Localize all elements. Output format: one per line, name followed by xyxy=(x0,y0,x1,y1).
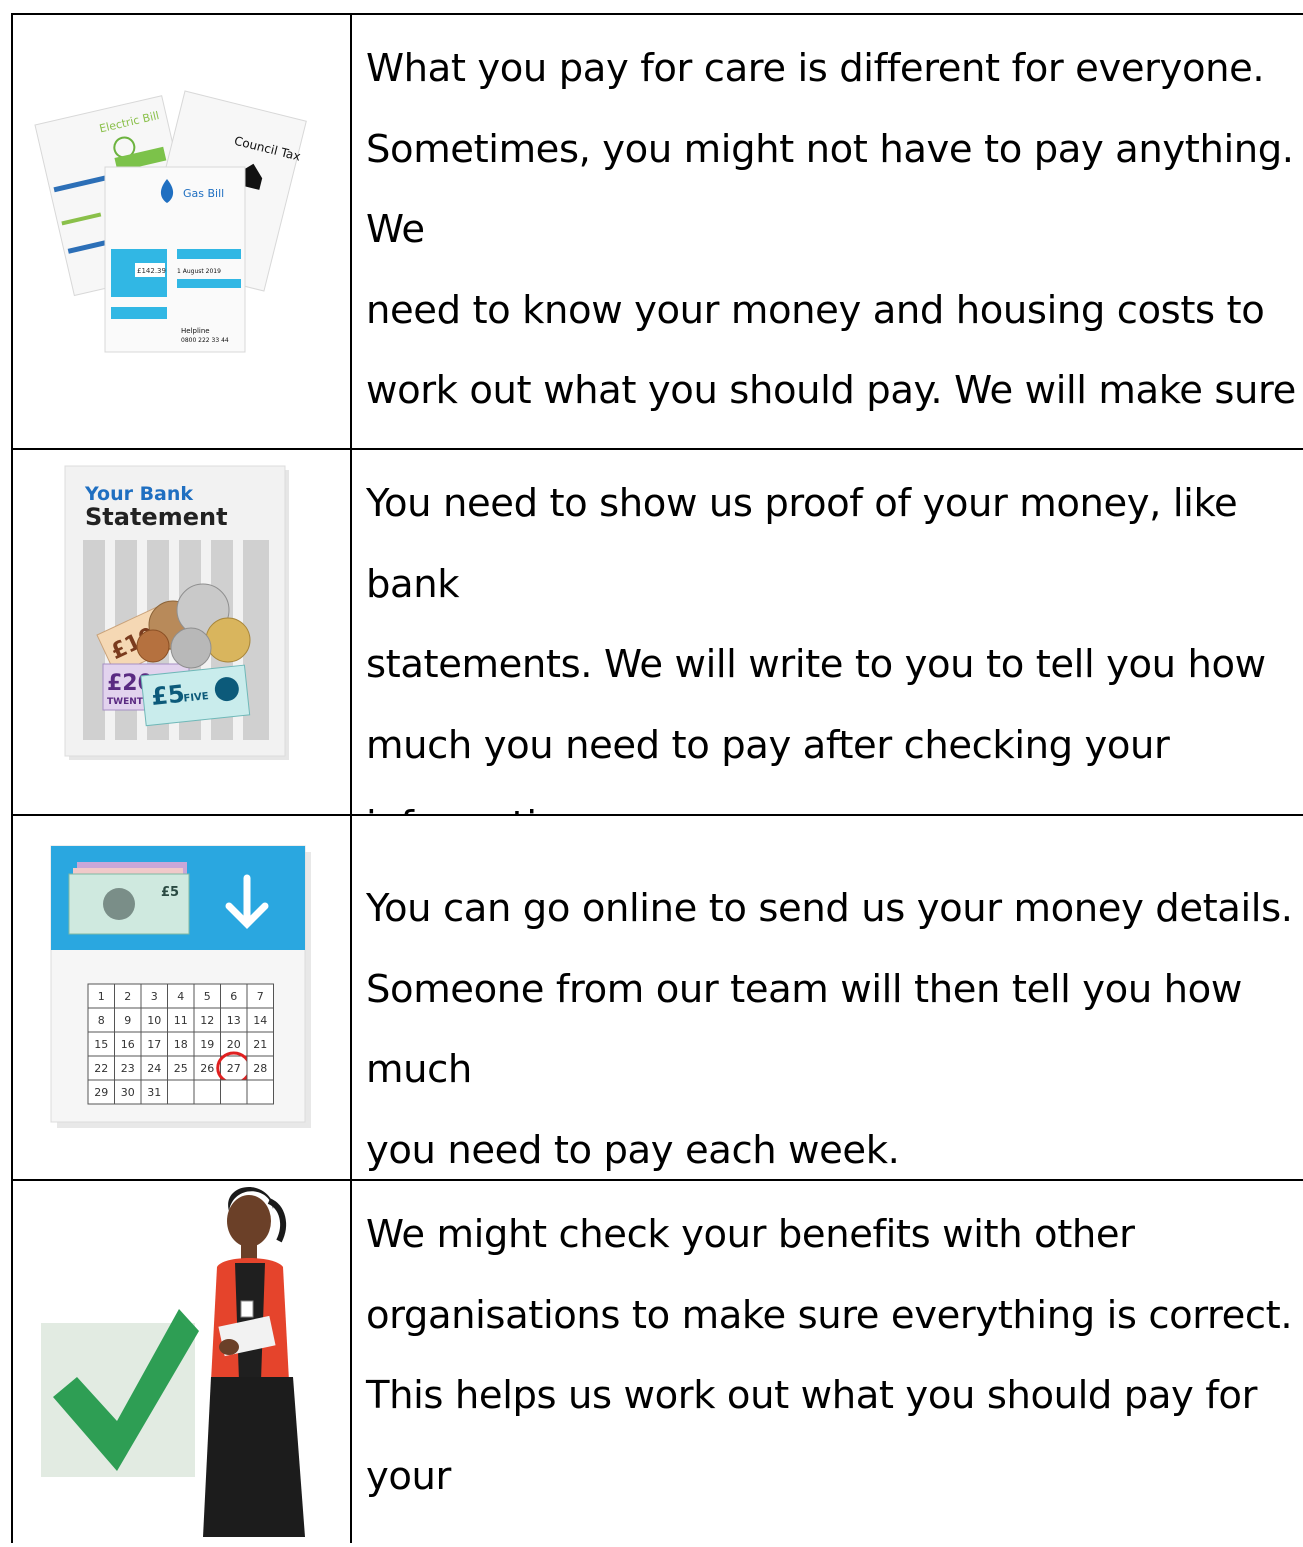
calendar-day: 23 xyxy=(121,1062,135,1075)
calendar-day: 31 xyxy=(147,1086,161,1099)
table-row: £5 1 2 3 4 5 6 7 8 9 10 11 12 13 14 15 16 17 18 19 20 21 22 23… xyxy=(13,816,1303,1181)
text-cell: You can go online to send us your money … xyxy=(352,816,1303,1179)
calendar-day: 18 xyxy=(174,1038,188,1051)
calendar-payment-icon: £5 1 2 3 4 5 6 78 9 10 11 12 13 1415 16 17 18 19 20 2122 23… xyxy=(50,845,311,1128)
helpline-label: Helpline xyxy=(181,327,210,335)
note-5: £5 xyxy=(150,680,186,711)
bank-statement-icon: Your Bank Statement £10 £20 TWENTY £5 FI… xyxy=(64,465,289,760)
calendar-day: 21 xyxy=(253,1038,267,1051)
bills-icon: Electric Bill Council Tax Gas Bill £142.… xyxy=(34,90,307,353)
gas-label: Gas Bill xyxy=(183,187,224,200)
row-text: What you pay for care is different for e… xyxy=(366,46,1296,413)
row-text: You can go online to send us your money … xyxy=(366,886,1293,1173)
calendar-day: 1 xyxy=(98,990,105,1003)
checkmark-person-icon xyxy=(41,1187,305,1537)
image-cell xyxy=(13,1181,352,1543)
statement-line1: Your Bank xyxy=(84,483,193,505)
calendar-day: 14 xyxy=(253,1014,267,1027)
statement-line2: Statement xyxy=(85,503,228,531)
calendar-day: 29 xyxy=(94,1086,108,1099)
calendar-day: 11 xyxy=(174,1014,188,1027)
text-cell: We might check your benefits with other … xyxy=(352,1181,1303,1543)
calendar-day: 10 xyxy=(147,1014,161,1027)
text-cell: You need to show us proof of your money,… xyxy=(352,450,1303,814)
calendar-day: 8 xyxy=(98,1014,105,1027)
table-row: Electric Bill Council Tax Gas Bill £142.… xyxy=(13,15,1303,450)
due-label: 1 August 2019 xyxy=(177,268,221,275)
info-table: Electric Bill Council Tax Gas Bill £142.… xyxy=(11,13,1303,1543)
calendar-day: 26 xyxy=(200,1062,214,1075)
image-cell: £5 1 2 3 4 5 6 7 8 9 10 11 12 13 14 15 16 17 18 19 20 21 22 23… xyxy=(13,816,352,1179)
row-text: We might check your benefits with other … xyxy=(366,1212,1293,1543)
calendar-day: 27 xyxy=(227,1062,241,1075)
calendar-day: 5 xyxy=(204,990,211,1003)
calendar-day: 17 xyxy=(147,1038,161,1051)
calendar-day: 6 xyxy=(230,990,237,1003)
calendar-grid: 1 2 3 4 5 6 78 9 10 11 12 13 1415 16 17 18 19 20 2122 23 24 2… xyxy=(87,983,274,1105)
calendar-day: 15 xyxy=(94,1038,108,1051)
amount-label: £142.39 xyxy=(137,267,166,275)
calendar-day: 22 xyxy=(94,1062,108,1075)
text-cell: What you pay for care is different for e… xyxy=(352,15,1303,448)
calendar-cell xyxy=(167,1079,195,1105)
table-row: We might check your benefits with other … xyxy=(13,1181,1303,1543)
calendar-cell xyxy=(193,1079,221,1105)
calendar-day: 20 xyxy=(227,1038,241,1051)
calendar-day: 16 xyxy=(121,1038,135,1051)
image-cell: Your Bank Statement £10 £20 TWENTY £5 FI… xyxy=(13,450,352,814)
image-cell: Electric Bill Council Tax Gas Bill £142.… xyxy=(13,15,352,448)
calendar-day: 7 xyxy=(257,990,264,1003)
calendar-day: 9 xyxy=(124,1014,131,1027)
row-text: You need to show us proof of your money,… xyxy=(366,481,1266,814)
calendar-cell xyxy=(220,1079,248,1105)
calendar-day: 12 xyxy=(200,1014,214,1027)
calendar-day: 2 xyxy=(124,990,131,1003)
calendar-day: 28 xyxy=(253,1062,267,1075)
calendar-day: 19 xyxy=(200,1038,214,1051)
table-row: Your Bank Statement £10 £20 TWENTY £5 FI… xyxy=(13,450,1303,816)
helpline-number: 0800 222 33 44 xyxy=(181,337,229,344)
calendar-day: 4 xyxy=(177,990,184,1003)
calendar-day: 24 xyxy=(147,1062,161,1075)
calendar-day: 30 xyxy=(121,1086,135,1099)
calendar-day: 25 xyxy=(174,1062,188,1075)
calendar-note-label: £5 xyxy=(161,885,179,900)
calendar-day: 13 xyxy=(227,1014,241,1027)
calendar-cell xyxy=(246,1079,274,1105)
calendar-day: 3 xyxy=(151,990,158,1003)
